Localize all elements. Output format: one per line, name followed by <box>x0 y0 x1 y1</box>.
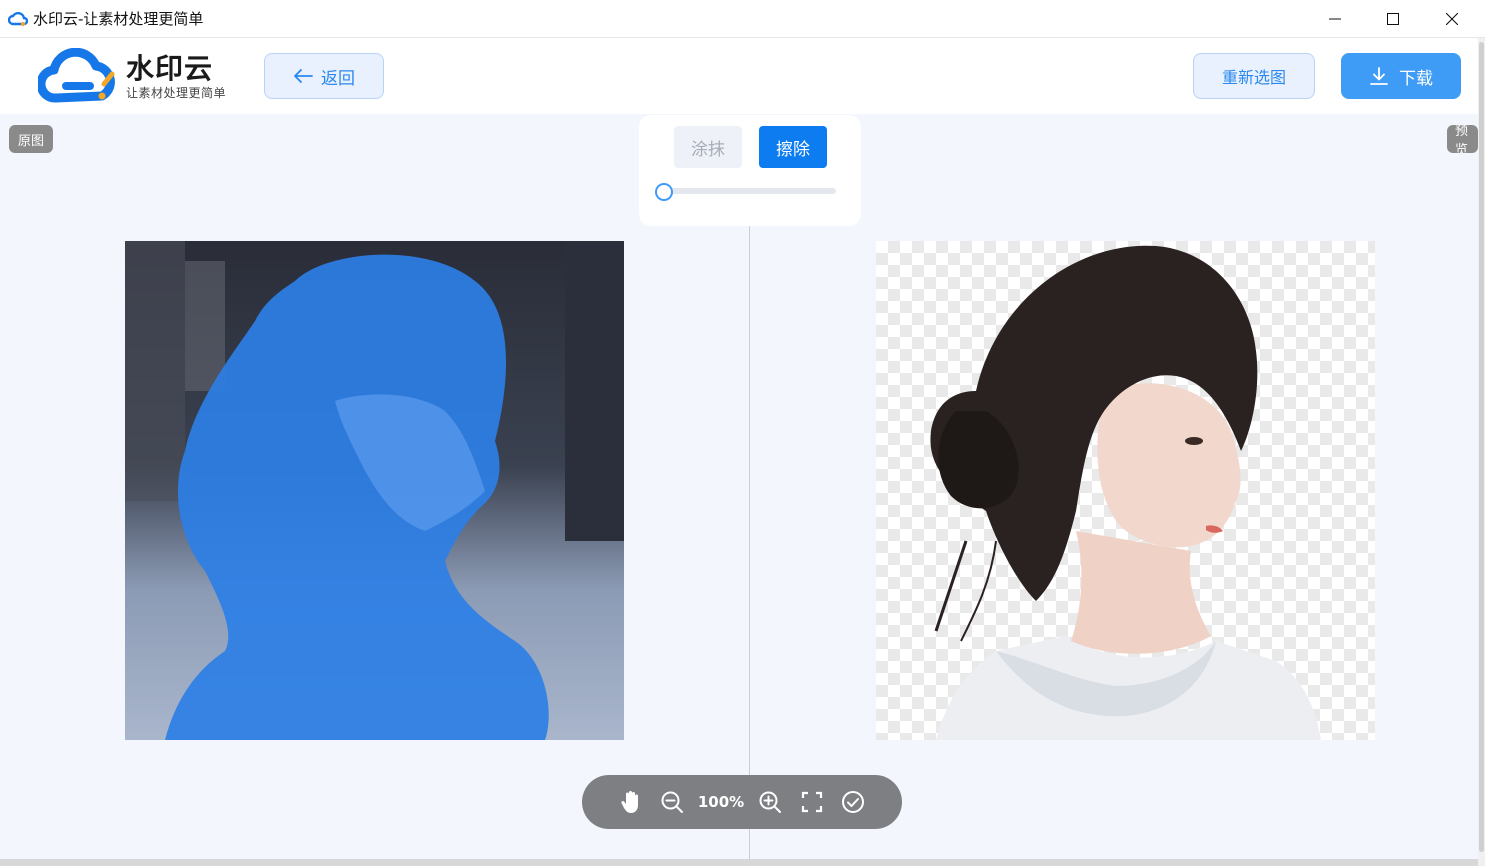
brush-size-slider-thumb[interactable] <box>655 183 673 201</box>
app-header: 水印云 让素材处理更简单 返回 重新选图 下载 <box>0 38 1478 114</box>
erase-mode-button[interactable]: 擦除 <box>759 126 827 168</box>
original-image-label: 原图 <box>9 125 53 153</box>
back-button-label: 返回 <box>321 68 355 89</box>
logo-name: 水印云 <box>126 52 214 85</box>
brush-mode-panel: 涂抹 擦除 <box>639 115 861 226</box>
window-titlebar: 水印云-让素材处理更简单 <box>0 0 1485 38</box>
vertical-scrollbar-thumb[interactable] <box>1479 42 1484 852</box>
horizontal-scrollbar[interactable] <box>0 859 1478 866</box>
download-icon <box>1370 67 1388 85</box>
hand-icon <box>621 791 638 813</box>
zoom-in-button[interactable] <box>756 788 784 816</box>
minimize-icon <box>1329 18 1341 20</box>
fit-screen-button[interactable] <box>798 788 826 816</box>
close-button[interactable] <box>1423 0 1481 38</box>
arrow-left-icon <box>294 69 313 83</box>
download-button-label: 下载 <box>1399 68 1433 89</box>
logo-slogan: 让素材处理更简单 <box>126 86 227 100</box>
app-icon <box>8 11 28 26</box>
preview-photo-cutout <box>930 245 1321 740</box>
window-title: 水印云-让素材处理更简单 <box>33 10 204 28</box>
back-button[interactable]: 返回 <box>264 53 384 99</box>
reselect-button-label: 重新选图 <box>1221 68 1286 87</box>
fullscreen-icon <box>801 791 823 813</box>
cloud-logo-icon <box>38 48 115 103</box>
zoom-out-button[interactable] <box>658 788 686 816</box>
confirm-button[interactable] <box>839 788 867 816</box>
original-image-canvas[interactable] <box>125 241 624 740</box>
preview-image-label: 预览 <box>1447 125 1478 153</box>
download-button[interactable]: 下载 <box>1341 53 1461 99</box>
minimize-button[interactable] <box>1306 0 1364 38</box>
zoom-out-icon <box>661 791 683 813</box>
maximize-icon <box>1387 13 1399 25</box>
zoom-level: 100% <box>697 793 745 811</box>
logo: 水印云 让素材处理更简单 <box>38 48 238 104</box>
original-photo-with-mask <box>125 241 624 740</box>
check-circle-icon <box>842 791 864 813</box>
brush-size-slider-track[interactable] <box>664 188 836 194</box>
compare-divider <box>749 226 750 860</box>
maximize-button[interactable] <box>1364 0 1422 38</box>
close-icon <box>1446 13 1458 25</box>
view-toolbar: 100% <box>582 775 902 829</box>
reselect-image-button[interactable]: 重新选图 <box>1193 53 1315 99</box>
zoom-in-icon <box>759 791 781 813</box>
paint-mode-button[interactable]: 涂抹 <box>674 126 742 168</box>
pan-tool-button[interactable] <box>617 788 645 816</box>
preview-image-canvas[interactable] <box>876 241 1375 740</box>
